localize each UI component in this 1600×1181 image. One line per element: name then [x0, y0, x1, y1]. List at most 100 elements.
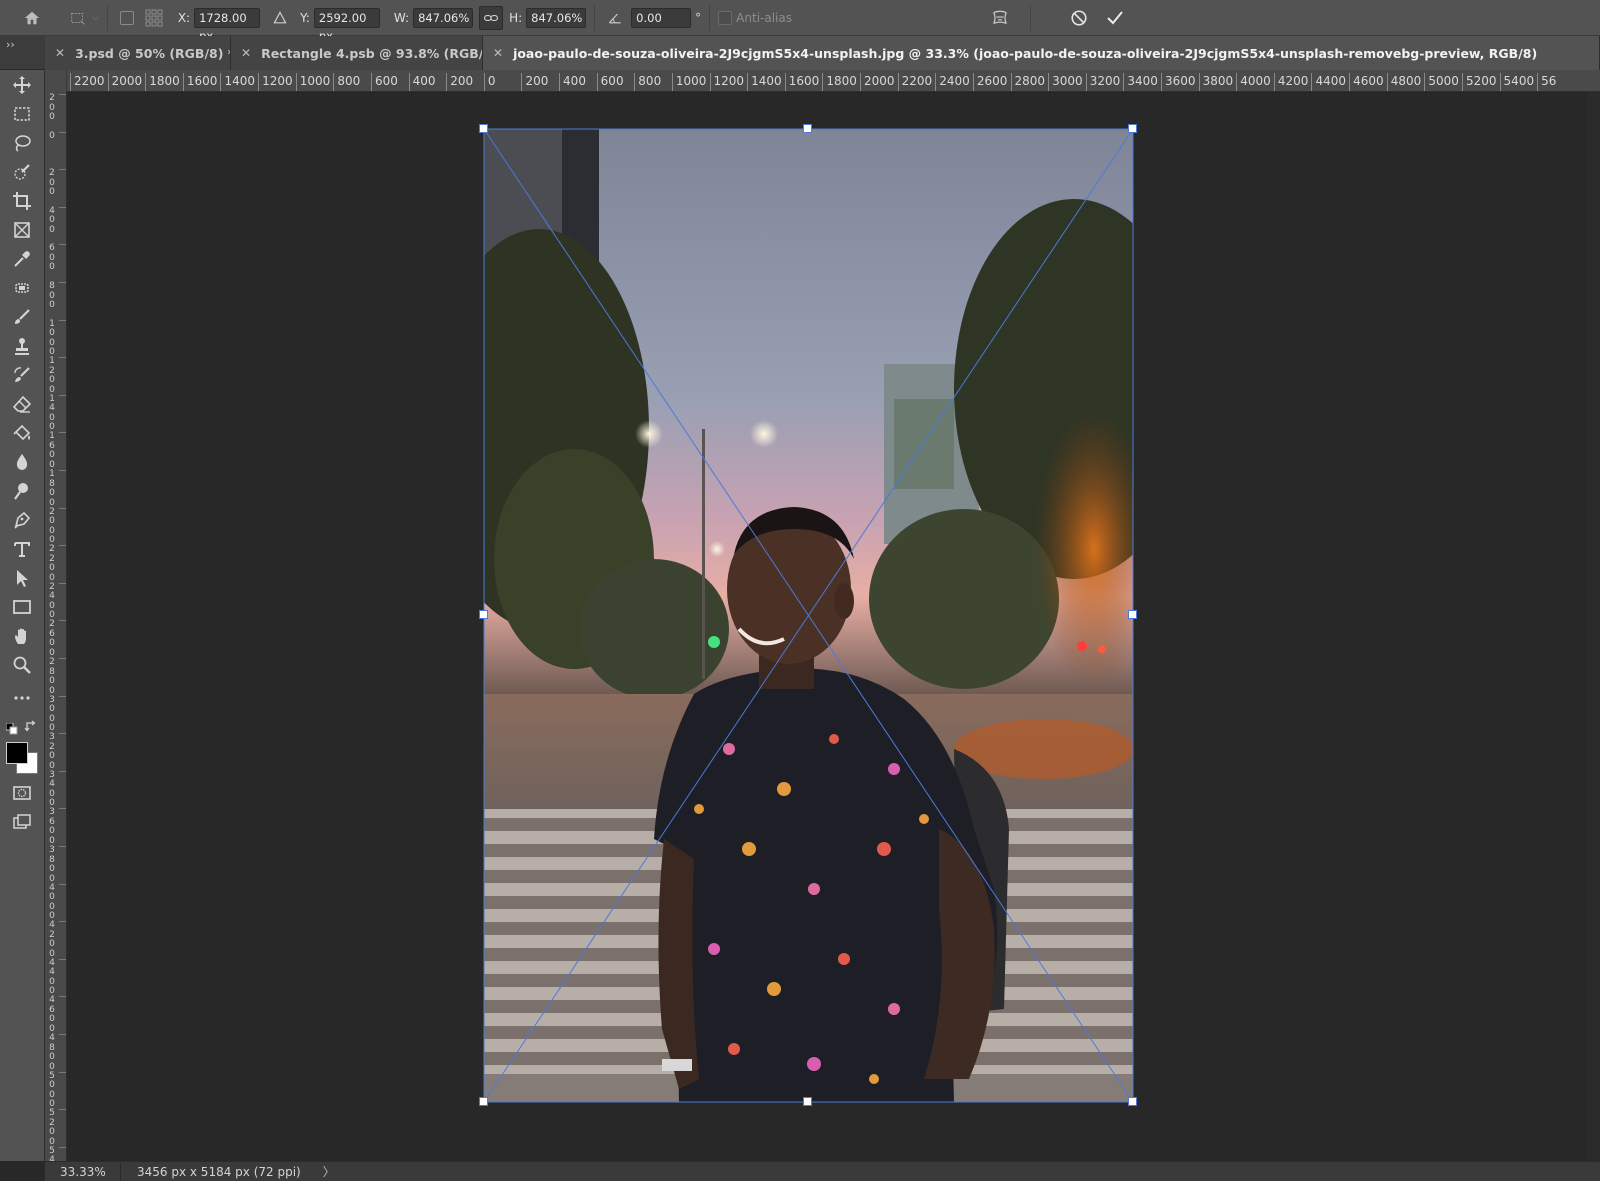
move-tool-icon[interactable] [8, 72, 36, 98]
blur-tool-icon[interactable] [8, 449, 36, 475]
eraser-tool-icon[interactable] [8, 391, 36, 417]
healing-brush-tool-icon[interactable] [8, 275, 36, 301]
eyedropper-tool-icon[interactable] [8, 246, 36, 272]
transform-handle-left[interactable] [479, 610, 488, 619]
transform-box[interactable] [67, 92, 1600, 1161]
document-canvas[interactable] [67, 92, 1600, 1161]
path-selection-tool-icon[interactable] [8, 565, 36, 591]
ruler-h-label: 1800 [145, 73, 180, 91]
screen-mode-icon[interactable] [8, 809, 36, 835]
ruler-v-tick [59, 432, 66, 434]
tab-3-psd[interactable]: ✕ 3.psd @ 50% (RGB/8) * [45, 36, 231, 70]
ruler-v-label: 1000 [49, 318, 55, 358]
tab-rectangle-4-psb[interactable]: ✕ Rectangle 4.psb @ 93.8% (RGB/8) [231, 36, 483, 70]
anti-alias-checkbox[interactable] [718, 10, 733, 25]
default-colors-icon[interactable] [5, 720, 18, 735]
clone-stamp-tool-icon[interactable] [8, 333, 36, 359]
brush-tool-icon[interactable] [8, 304, 36, 330]
horizontal-ruler[interactable]: 2200 2000 1800 1600 1400 1200 1000 800 600 400 200… [45, 70, 1600, 92]
quick-mask-icon[interactable] [8, 780, 36, 806]
ruler-h-label: 800 [333, 73, 360, 91]
rotate-field[interactable]: 0.00 [631, 7, 692, 28]
transform-handle-bottom-right[interactable] [1128, 1097, 1137, 1106]
marquee-tool-icon[interactable] [8, 101, 36, 127]
ruler-v-label: 3800 [49, 845, 55, 884]
ruler-v-tick [59, 206, 66, 208]
status-menu-arrow[interactable]: 〉 [323, 1163, 335, 1180]
warp-mode-icon[interactable] [988, 6, 1012, 30]
history-brush-tool-icon[interactable] [8, 362, 36, 388]
ruler-v-tick [59, 770, 66, 772]
ruler-v-tick [59, 695, 66, 697]
ruler-v-tick [59, 1109, 66, 1111]
type-tool-icon[interactable] [8, 536, 36, 562]
ruler-v-tick [59, 733, 66, 735]
reference-point-checkbox[interactable] [119, 10, 134, 25]
degree-symbol: ° [695, 10, 702, 25]
close-icon[interactable]: ✕ [55, 46, 65, 60]
hand-tool-icon[interactable] [8, 623, 36, 649]
transform-reference-icon[interactable] [66, 6, 90, 30]
frame-tool-icon[interactable] [8, 217, 36, 243]
ruler-v-label: 600 [49, 243, 55, 273]
lasso-tool-icon[interactable] [8, 130, 36, 156]
ruler-v-tick [59, 582, 66, 584]
ruler-h-label: 1400 [747, 73, 782, 91]
vertical-ruler[interactable]: 200 0 200 400 600 800 1000 1200 1400 1600 1800 2000… [45, 92, 67, 1161]
tab-joao-paulo-jpg[interactable]: ✕ joao-paulo-de-souza-oliveira-2J9cjgmS5… [483, 36, 1600, 70]
ruler-h-label: 2200 [897, 73, 932, 91]
ruler-v-tick [59, 1146, 66, 1148]
ruler-h-label: 200 [446, 73, 473, 91]
ruler-v-tick [59, 131, 66, 133]
transform-handle-top-left[interactable] [479, 124, 488, 133]
quick-selection-tool-icon[interactable] [8, 159, 36, 185]
ruler-h-label: 2000 [107, 73, 142, 91]
rectangle-tool-icon[interactable] [8, 594, 36, 620]
crop-tool-icon[interactable] [8, 188, 36, 214]
document-tab-bar: ›› ✕ 3.psd @ 50% (RGB/8) * ✕ Rectangle 4… [0, 36, 1600, 70]
x-field[interactable]: 1728.00 px [194, 7, 261, 43]
transform-handle-bottom[interactable] [803, 1097, 812, 1106]
divider [709, 4, 711, 31]
ruler-v-tick [59, 958, 66, 960]
status-divider [120, 1162, 121, 1181]
more-tools-icon[interactable] [8, 685, 36, 711]
panel-collapse-icon[interactable]: ›› [6, 38, 15, 51]
divider [594, 4, 596, 31]
transform-handle-bottom-left[interactable] [479, 1097, 488, 1106]
ruler-h-label: 0 [483, 73, 495, 91]
cancel-transform-icon[interactable] [1067, 6, 1091, 30]
ruler-h-label: 4400 [1311, 73, 1346, 91]
ruler-origin[interactable] [45, 70, 67, 92]
relative-positioning-icon[interactable] [268, 6, 292, 30]
y-field[interactable]: 2592.00 px [313, 7, 380, 43]
close-icon[interactable]: ✕ [493, 46, 503, 60]
height-field[interactable]: 847.06% [526, 7, 587, 28]
swap-colors-icon[interactable] [24, 718, 38, 732]
ruler-h-label: 1200 [258, 73, 293, 91]
dodge-tool-icon[interactable] [8, 478, 36, 504]
width-field[interactable]: 847.06% [413, 7, 474, 28]
ruler-h-label: 1600 [784, 73, 819, 91]
divider [1029, 4, 1031, 31]
ruler-v-label: 3200 [49, 732, 55, 771]
ruler-v-label: 4800 [49, 1033, 55, 1072]
gradient-tool-icon[interactable] [8, 420, 36, 446]
transform-handle-right[interactable] [1128, 610, 1137, 619]
commit-transform-icon[interactable] [1103, 6, 1127, 30]
foreground-color-swatch[interactable] [6, 742, 28, 764]
zoom-level[interactable]: 33.33% [60, 1165, 120, 1179]
transform-handle-top[interactable] [803, 124, 812, 133]
home-icon[interactable] [20, 6, 44, 30]
close-icon[interactable]: ✕ [241, 46, 251, 60]
transform-handle-top-right[interactable] [1128, 124, 1137, 133]
link-icon[interactable] [479, 5, 504, 30]
ruler-h-label: 3800 [1198, 73, 1233, 91]
zoom-tool-icon[interactable] [8, 652, 36, 678]
ruler-h-label: 5400 [1499, 73, 1534, 91]
vertical-scrollbar[interactable] [1587, 92, 1600, 1161]
pen-tool-icon[interactable] [8, 507, 36, 533]
chevron-down-icon[interactable]: ⌵ [92, 13, 99, 23]
reference-point-grid-icon[interactable] [142, 6, 166, 30]
ruler-h-label: 1400 [220, 73, 255, 91]
